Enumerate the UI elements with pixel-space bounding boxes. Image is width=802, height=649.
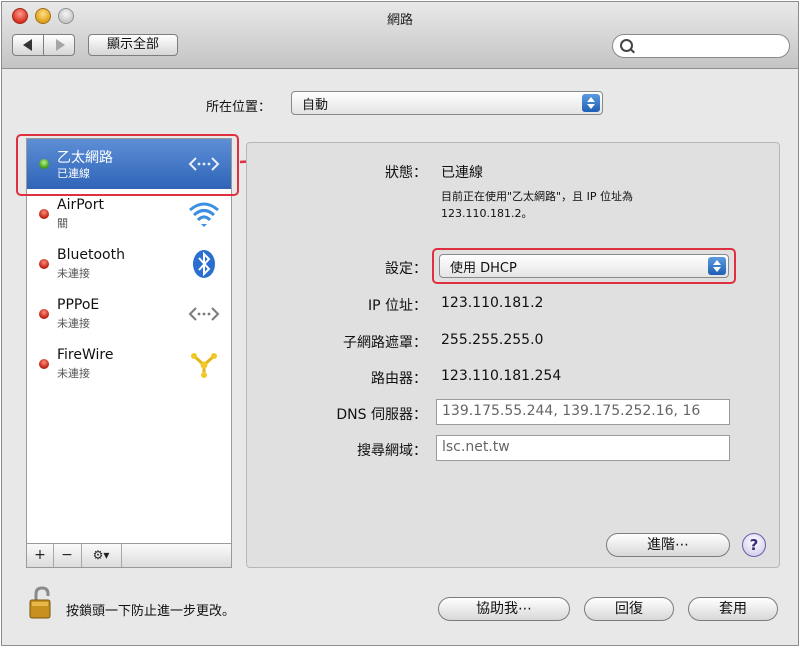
service-item-firewire[interactable]: FireWire 未連接 (27, 339, 231, 389)
service-name: AirPort (57, 197, 104, 213)
help-button[interactable]: ? (742, 533, 766, 557)
network-preferences-window: 網路 顯示全部 所在位置： 自動 乙太網路 已連線 AirPort 關 Blue… (1, 1, 799, 646)
back-button[interactable] (12, 34, 44, 56)
lock-icon[interactable] (28, 586, 54, 620)
apply-button[interactable]: 套用 (688, 597, 778, 621)
status-dot-icon (39, 259, 49, 269)
advanced-button[interactable]: 進階⋯ (606, 533, 730, 557)
service-item-pppoe[interactable]: PPPoE 未連接 (27, 289, 231, 339)
subnet-mask-label: 子網路遮罩： (343, 335, 427, 351)
service-list: 乙太網路 已連線 AirPort 關 Bluetooth 未連接 PPPoE 未… (26, 138, 232, 544)
service-item-airport[interactable]: AirPort 關 (27, 189, 231, 239)
status-description-line2: 123.110.181.2。 (441, 207, 533, 220)
popup-stepper-icon (582, 94, 600, 112)
search-domains-field[interactable]: lsc.net.tw (436, 435, 730, 461)
ip-address-label: IP 位址： (367, 298, 427, 314)
assist-me-button[interactable]: 協助我⋯ (438, 597, 570, 621)
service-status: 關 (57, 217, 68, 230)
search-field[interactable] (612, 34, 790, 58)
location-popup[interactable]: 自動 (291, 91, 603, 115)
firewire-icon (191, 353, 217, 378)
service-list-toolbar: + − ⚙▾ (26, 544, 232, 568)
show-all-button[interactable]: 顯示全部 (88, 34, 178, 56)
service-status: 未連接 (57, 367, 90, 380)
service-status: 未連接 (57, 317, 90, 330)
service-name: FireWire (57, 347, 114, 363)
service-name: PPPoE (57, 297, 100, 313)
bluetooth-icon (193, 250, 215, 278)
configure-label: 設定： (385, 261, 427, 277)
router-value: 123.110.181.254 (441, 368, 562, 384)
action-menu-button[interactable]: ⚙▾ (81, 544, 122, 567)
lock-hint-text: 按鎖頭一下防止進一步更改。 (66, 604, 236, 619)
wifi-icon (189, 202, 219, 227)
title-bar: 網路 顯示全部 (2, 2, 798, 69)
service-name: Bluetooth (57, 247, 125, 263)
router-label: 路由器： (371, 371, 427, 387)
dns-servers-field[interactable]: 139.175.55.244, 139.175.252.16, 16 (436, 399, 730, 425)
location-value: 自動 (302, 98, 329, 113)
forward-arrow-icon (56, 39, 65, 51)
status-dot-icon (39, 309, 49, 319)
window-title: 網路 (386, 13, 413, 28)
remove-service-button[interactable]: − (53, 544, 82, 567)
service-status: 未連接 (57, 267, 90, 280)
service-item-bluetooth[interactable]: Bluetooth 未連接 (27, 239, 231, 289)
ip-address-value: 123.110.181.2 (441, 295, 544, 311)
search-icon (620, 39, 633, 52)
highlight-box-service (16, 134, 239, 196)
status-description-line1: 目前正在使用"乙太網路"，且 IP 位址為 (441, 190, 633, 203)
back-arrow-icon (23, 39, 32, 51)
status-label: 狀態： (385, 165, 427, 181)
status-value: 已連線 (441, 165, 483, 181)
location-label: 所在位置： (206, 100, 272, 115)
subnet-mask-value: 255.255.255.0 (441, 332, 544, 348)
highlight-box-configure (432, 248, 736, 284)
dns-servers-label: DNS 伺服器： (336, 407, 427, 423)
revert-button[interactable]: 回復 (584, 597, 674, 621)
status-dot-icon (39, 209, 49, 219)
add-service-button[interactable]: + (27, 544, 54, 567)
pppoe-icon (188, 307, 220, 321)
search-domains-label: 搜尋網域： (357, 443, 427, 459)
status-dot-icon (39, 359, 49, 369)
forward-button[interactable] (43, 34, 75, 56)
